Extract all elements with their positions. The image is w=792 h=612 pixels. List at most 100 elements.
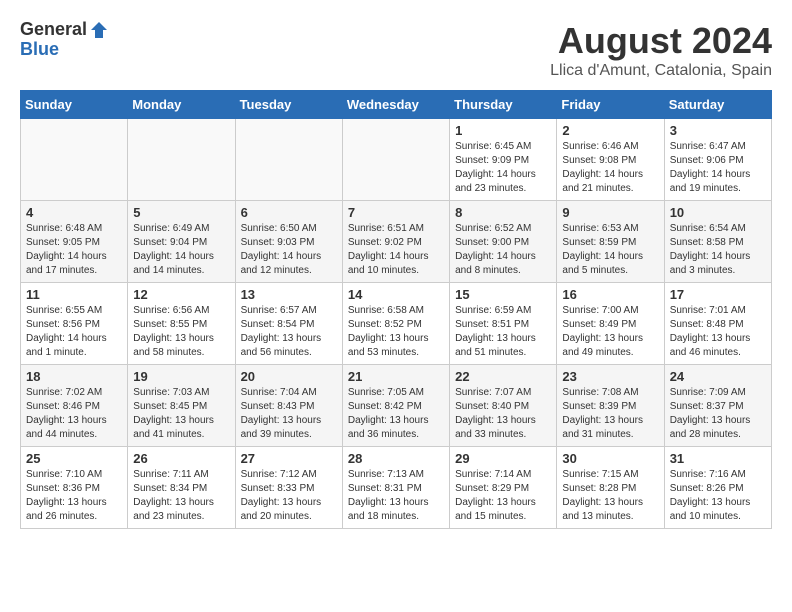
calendar-day-cell: 8Sunrise: 6:52 AM Sunset: 9:00 PM Daylig… (450, 201, 557, 283)
calendar-day-cell: 22Sunrise: 7:07 AM Sunset: 8:40 PM Dayli… (450, 365, 557, 447)
day-number: 3 (670, 123, 766, 138)
location-title: Llica d'Amunt, Catalonia, Spain (550, 62, 772, 80)
day-number: 29 (455, 451, 551, 466)
calendar-header-sunday: Sunday (21, 91, 128, 119)
calendar-day-cell: 2 Sunrise: 6:46 AM Sunset: 9:08 PM Daylig… (557, 119, 664, 201)
header: General Blue August 2024 Llica d'Amunt, … (20, 20, 772, 80)
day-number: 28 (348, 451, 444, 466)
day-number: 31 (670, 451, 766, 466)
day-info: Sunrise: 6:48 AM Sunset: 9:05 PM Dayligh… (26, 222, 122, 278)
calendar-day-cell: 23 Sunrise: 7:08 AM Sunset: 8:39 PM Dayli… (557, 365, 664, 447)
day-info: Sunrise: 7:05 AM Sunset: 8:42 PM Dayligh… (348, 386, 444, 442)
day-number: 10 (670, 205, 766, 220)
calendar-week-row: 11Sunrise: 6:55 AM Sunset: 8:56 PM Dayli… (21, 283, 772, 365)
calendar-day-cell: 18 Sunrise: 7:02 AM Sunset: 8:46 PM Dayli… (21, 365, 128, 447)
day-number: 5 (133, 205, 229, 220)
day-number: 20 (241, 369, 337, 384)
day-number: 27 (241, 451, 337, 466)
calendar-day-cell (342, 119, 449, 201)
calendar-day-cell: 3 Sunrise: 6:47 AM Sunset: 9:06 PM Daylig… (664, 119, 771, 201)
day-info: Sunrise: 7:08 AM Sunset: 8:39 PM Dayligh… (562, 386, 658, 442)
calendar-day-cell: 19 Sunrise: 7:03 AM Sunset: 8:45 PM Dayli… (128, 365, 235, 447)
day-number: 23 (562, 369, 658, 384)
calendar-header-saturday: Saturday (664, 91, 771, 119)
day-number: 18 (26, 369, 122, 384)
day-info: Sunrise: 7:12 AM Sunset: 8:33 PM Dayligh… (241, 468, 337, 524)
day-info: Sunrise: 7:10 AM Sunset: 8:36 PM Dayligh… (26, 468, 122, 524)
day-info: Sunrise: 6:45 AM Sunset: 9:09 PM Dayligh… (455, 140, 551, 196)
day-info: Sunrise: 6:53 AM Sunset: 8:59 PM Dayligh… (562, 222, 658, 278)
day-info: Sunrise: 6:56 AM Sunset: 8:55 PM Dayligh… (133, 304, 229, 360)
day-info: Sunrise: 6:58 AM Sunset: 8:52 PM Dayligh… (348, 304, 444, 360)
calendar-day-cell: 9Sunrise: 6:53 AM Sunset: 8:59 PM Daylig… (557, 201, 664, 283)
day-info: Sunrise: 6:54 AM Sunset: 8:58 PM Dayligh… (670, 222, 766, 278)
calendar-header-friday: Friday (557, 91, 664, 119)
day-info: Sunrise: 7:04 AM Sunset: 8:43 PM Dayligh… (241, 386, 337, 442)
calendar-day-cell: 17Sunrise: 7:01 AM Sunset: 8:48 PM Dayli… (664, 283, 771, 365)
title-area: August 2024 Llica d'Amunt, Catalonia, Sp… (550, 20, 772, 80)
month-title: August 2024 (550, 20, 772, 62)
logo: General Blue (20, 20, 109, 60)
day-number: 15 (455, 287, 551, 302)
day-info: Sunrise: 7:01 AM Sunset: 8:48 PM Dayligh… (670, 304, 766, 360)
calendar-day-cell: 11Sunrise: 6:55 AM Sunset: 8:56 PM Dayli… (21, 283, 128, 365)
day-info: Sunrise: 6:49 AM Sunset: 9:04 PM Dayligh… (133, 222, 229, 278)
calendar-header-wednesday: Wednesday (342, 91, 449, 119)
day-number: 6 (241, 205, 337, 220)
calendar-day-cell: 20 Sunrise: 7:04 AM Sunset: 8:43 PM Dayli… (235, 365, 342, 447)
day-number: 14 (348, 287, 444, 302)
calendar-day-cell (21, 119, 128, 201)
calendar-header-tuesday: Tuesday (235, 91, 342, 119)
day-info: Sunrise: 6:46 AM Sunset: 9:08 PM Dayligh… (562, 140, 658, 196)
day-number: 30 (562, 451, 658, 466)
day-number: 4 (26, 205, 122, 220)
day-number: 19 (133, 369, 229, 384)
day-info: Sunrise: 7:11 AM Sunset: 8:34 PM Dayligh… (133, 468, 229, 524)
calendar-day-cell: 1Sunrise: 6:45 AM Sunset: 9:09 PM Daylig… (450, 119, 557, 201)
day-number: 7 (348, 205, 444, 220)
day-info: Sunrise: 6:52 AM Sunset: 9:00 PM Dayligh… (455, 222, 551, 278)
day-info: Sunrise: 6:47 AM Sunset: 9:06 PM Dayligh… (670, 140, 766, 196)
calendar-week-row: 18 Sunrise: 7:02 AM Sunset: 8:46 PM Dayli… (21, 365, 772, 447)
calendar-body: 1Sunrise: 6:45 AM Sunset: 9:09 PM Daylig… (21, 119, 772, 529)
logo-blue-text: Blue (20, 40, 109, 60)
day-number: 24 (670, 369, 766, 384)
day-info: Sunrise: 6:51 AM Sunset: 9:02 PM Dayligh… (348, 222, 444, 278)
day-number: 26 (133, 451, 229, 466)
day-info: Sunrise: 7:03 AM Sunset: 8:45 PM Dayligh… (133, 386, 229, 442)
day-info: Sunrise: 7:09 AM Sunset: 8:37 PM Dayligh… (670, 386, 766, 442)
calendar-day-cell (235, 119, 342, 201)
calendar-week-row: 1Sunrise: 6:45 AM Sunset: 9:09 PM Daylig… (21, 119, 772, 201)
calendar-day-cell: 21 Sunrise: 7:05 AM Sunset: 8:42 PM Dayli… (342, 365, 449, 447)
calendar-day-cell: 13 Sunrise: 6:57 AM Sunset: 8:54 PM Dayli… (235, 283, 342, 365)
calendar-day-cell: 5 Sunrise: 6:49 AM Sunset: 9:04 PM Daylig… (128, 201, 235, 283)
day-number: 21 (348, 369, 444, 384)
calendar-day-cell: 6Sunrise: 6:50 AM Sunset: 9:03 PM Daylig… (235, 201, 342, 283)
day-number: 12 (133, 287, 229, 302)
calendar-day-cell: 10 Sunrise: 6:54 AM Sunset: 8:58 PM Dayli… (664, 201, 771, 283)
day-number: 2 (562, 123, 658, 138)
calendar-week-row: 4 Sunrise: 6:48 AM Sunset: 9:05 PM Daylig… (21, 201, 772, 283)
calendar-day-cell: 15Sunrise: 6:59 AM Sunset: 8:51 PM Dayli… (450, 283, 557, 365)
day-info: Sunrise: 7:00 AM Sunset: 8:49 PM Dayligh… (562, 304, 658, 360)
calendar-day-cell: 27 Sunrise: 7:12 AM Sunset: 8:33 PM Dayli… (235, 447, 342, 529)
calendar-day-cell (128, 119, 235, 201)
day-info: Sunrise: 6:55 AM Sunset: 8:56 PM Dayligh… (26, 304, 122, 360)
day-info: Sunrise: 7:16 AM Sunset: 8:26 PM Dayligh… (670, 468, 766, 524)
day-info: Sunrise: 7:02 AM Sunset: 8:46 PM Dayligh… (26, 386, 122, 442)
day-number: 16 (562, 287, 658, 302)
day-number: 13 (241, 287, 337, 302)
calendar-header-row: SundayMondayTuesdayWednesdayThursdayFrid… (21, 91, 772, 119)
logo-icon (89, 20, 109, 40)
calendar-day-cell: 16 Sunrise: 7:00 AM Sunset: 8:49 PM Dayli… (557, 283, 664, 365)
calendar-day-cell: 28 Sunrise: 7:13 AM Sunset: 8:31 PM Dayli… (342, 447, 449, 529)
day-info: Sunrise: 7:13 AM Sunset: 8:31 PM Dayligh… (348, 468, 444, 524)
calendar-day-cell: 25Sunrise: 7:10 AM Sunset: 8:36 PM Dayli… (21, 447, 128, 529)
calendar-week-row: 25Sunrise: 7:10 AM Sunset: 8:36 PM Dayli… (21, 447, 772, 529)
calendar-day-cell: 26 Sunrise: 7:11 AM Sunset: 8:34 PM Dayli… (128, 447, 235, 529)
day-info: Sunrise: 6:57 AM Sunset: 8:54 PM Dayligh… (241, 304, 337, 360)
day-info: Sunrise: 7:14 AM Sunset: 8:29 PM Dayligh… (455, 468, 551, 524)
calendar-day-cell: 7 Sunrise: 6:51 AM Sunset: 9:02 PM Daylig… (342, 201, 449, 283)
day-number: 22 (455, 369, 551, 384)
calendar-day-cell: 29 Sunrise: 7:14 AM Sunset: 8:29 PM Dayli… (450, 447, 557, 529)
